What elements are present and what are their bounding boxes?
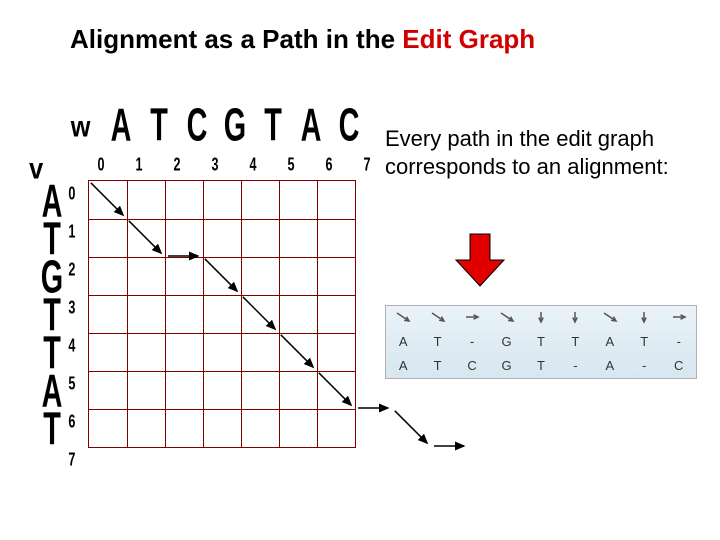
- alignment-arrow-icon: [558, 306, 592, 329]
- alignment-cell: T: [420, 329, 454, 354]
- alignment-cell: A: [386, 353, 420, 378]
- seq-w-letter: A: [106, 98, 136, 153]
- path-arrow: [281, 335, 313, 367]
- path-arrow: [243, 297, 275, 329]
- sequence-w: ATCGTAC: [102, 104, 368, 146]
- path-arrow: [319, 373, 351, 405]
- idx-top: 1: [122, 154, 156, 175]
- alignment-arrow-icon: [662, 306, 697, 329]
- seq-v-letter: T: [41, 404, 63, 453]
- idx-left: 7: [68, 434, 75, 483]
- alignment-arrow-icon: [524, 306, 558, 329]
- idx-top: 0: [84, 154, 118, 175]
- idx-top: 5: [274, 154, 308, 175]
- alignment-arrow-icon: [489, 306, 523, 329]
- seq-w-letter: C: [182, 98, 212, 153]
- alignment-arrow-icon: [420, 306, 454, 329]
- path-arrow: [91, 183, 123, 215]
- alignment-arrow-icon: [593, 306, 627, 329]
- alignment-cell: C: [662, 353, 697, 378]
- path-arrow: [129, 221, 161, 253]
- alignment-arrow-icon: [455, 306, 489, 329]
- alignment-cell: T: [524, 329, 558, 354]
- alignment-cell: A: [386, 329, 420, 354]
- path-arrow: [205, 259, 237, 291]
- seq-w-letter: A: [296, 98, 326, 153]
- edit-graph: w v ATCGTAC ATGTTAT 01234567 01234567: [30, 110, 360, 510]
- idx-top: 4: [236, 154, 270, 175]
- page-title: Alignment as a Path in the Edit Graph: [70, 24, 680, 55]
- idx-top: 6: [312, 154, 346, 175]
- alignment-cell: T: [420, 353, 454, 378]
- index-row-top: 01234567: [82, 156, 386, 172]
- sequence-v: ATGTTAT: [38, 182, 66, 448]
- seq-w-letter: C: [334, 98, 364, 153]
- alignment-result-box: AT-GTTAT-ATCGT-A-C: [385, 305, 697, 379]
- alignment-seq-v-row: ATCGT-A-C: [386, 353, 696, 378]
- alignment-cell: -: [662, 329, 697, 354]
- alignment-cell: G: [489, 329, 523, 354]
- alignment-cell: -: [455, 329, 489, 354]
- description-text: Every path in the edit graph corresponds…: [385, 125, 685, 180]
- index-col-left: 01234567: [68, 174, 76, 478]
- alignment-cell: -: [627, 353, 661, 378]
- title-plain: Alignment as a Path in the: [70, 24, 402, 54]
- alignment-path: [88, 180, 354, 446]
- idx-top: 2: [160, 154, 194, 175]
- idx-top: 7: [350, 154, 384, 175]
- seq-w-letter: G: [220, 98, 250, 153]
- path-arrow: [395, 411, 427, 443]
- seq-w-letter: T: [258, 98, 288, 153]
- alignment-cell: A: [593, 353, 627, 378]
- alignment-cell: C: [455, 353, 489, 378]
- title-accent: Edit Graph: [402, 24, 535, 54]
- alignment-table: AT-GTTAT-ATCGT-A-C: [386, 306, 696, 378]
- alignment-seq-w-row: AT-GTTAT-: [386, 329, 696, 354]
- alignment-arrow-icon: [386, 306, 420, 329]
- alignment-cell: -: [558, 353, 592, 378]
- down-arrow-icon: [450, 230, 510, 290]
- alignment-cell: A: [593, 329, 627, 354]
- alignment-cell: T: [627, 329, 661, 354]
- seq-w-letter: T: [144, 98, 174, 153]
- alignment-cell: G: [489, 353, 523, 378]
- w-axis-label: w: [71, 109, 91, 144]
- alignment-arrow-icon: [627, 306, 661, 329]
- alignment-arrow-row: [386, 306, 696, 329]
- idx-top: 3: [198, 154, 232, 175]
- alignment-cell: T: [558, 329, 592, 354]
- alignment-cell: T: [524, 353, 558, 378]
